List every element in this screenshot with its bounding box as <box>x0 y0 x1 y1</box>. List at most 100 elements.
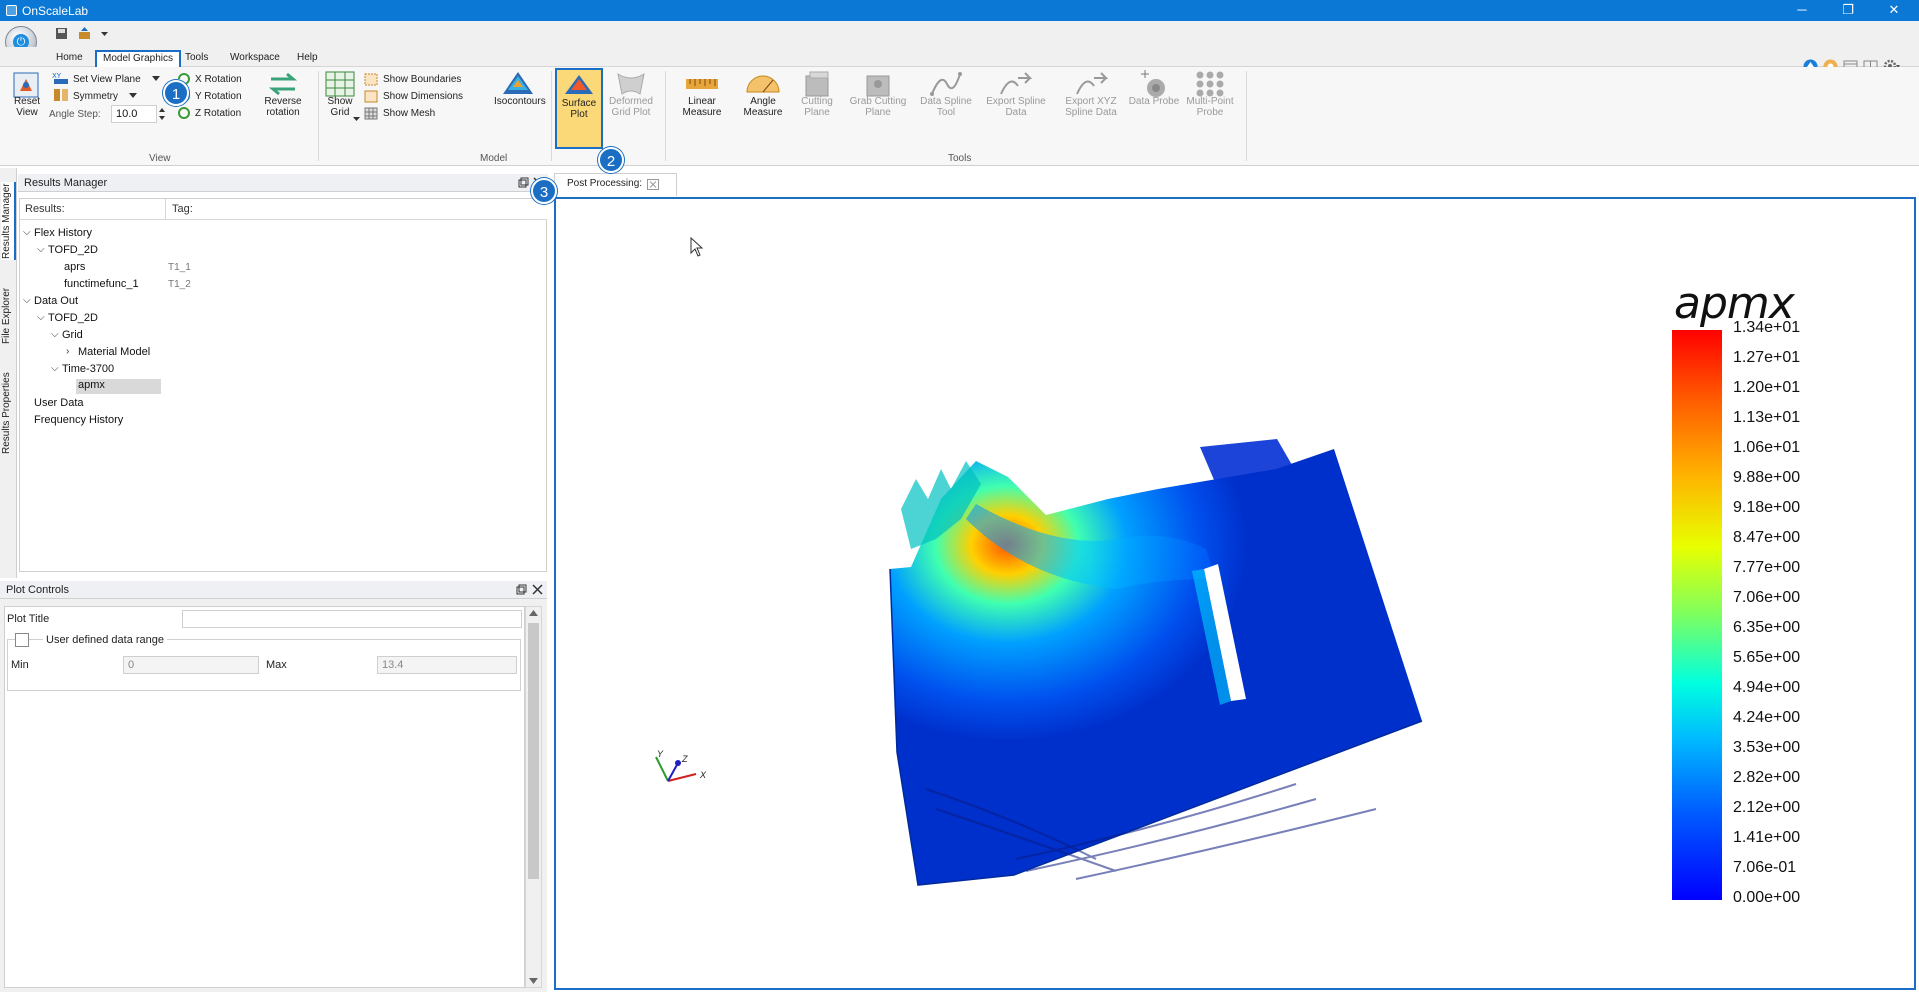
chevron-down-icon[interactable] <box>152 76 160 82</box>
tab-tools[interactable]: Tools <box>179 50 214 67</box>
window-title: OnScaleLab <box>22 4 89 18</box>
close-panel-icon[interactable] <box>532 584 543 595</box>
tree-node[interactable]: TOFD_2D <box>48 244 98 256</box>
restore-button[interactable]: ❐ <box>1825 0 1871 21</box>
side-tab-results-manager[interactable]: Results Manager <box>1 182 16 260</box>
step-badge: 3 <box>531 178 557 204</box>
chevron-down-icon[interactable] <box>353 117 360 122</box>
tree-node[interactable]: Grid <box>62 329 83 341</box>
set-view-plane-button[interactable]: Set View Plane <box>73 74 141 85</box>
y-rotation-button[interactable]: Y Rotation <box>195 91 242 102</box>
user-range-checkbox[interactable] <box>15 633 29 647</box>
angle-step-spinner[interactable] <box>158 105 166 123</box>
show-grid-button[interactable]: Show Grid <box>323 96 357 118</box>
legend-tick: 5.65e+00 <box>1733 649 1801 666</box>
tab-help[interactable]: Help <box>291 50 324 67</box>
legend-tick: 1.06e+01 <box>1733 439 1801 456</box>
max-input[interactable]: 13.4 <box>377 656 517 674</box>
legend-tick: 2.82e+00 <box>1733 769 1801 786</box>
grab-cutting-plane-button[interactable]: Grab Cutting Plane <box>848 96 908 118</box>
min-label: Min <box>11 659 29 671</box>
legend-tick: 1.13e+01 <box>1733 409 1801 426</box>
float-panel-icon[interactable] <box>518 177 529 188</box>
x-rotation-button[interactable]: X Rotation <box>195 74 242 85</box>
expand-chevron-icon[interactable]: › <box>66 346 69 357</box>
scroll-down-icon[interactable] <box>529 978 538 984</box>
side-tab-results-properties[interactable]: Results Properties <box>1 370 16 456</box>
data-spline-tool-button[interactable]: Data Spline Tool <box>918 96 974 118</box>
show-grid-icon <box>325 71 355 97</box>
data-probe-button[interactable]: Data Probe <box>1128 96 1180 107</box>
legend-tick: 9.18e+00 <box>1733 499 1801 516</box>
tab-workspace[interactable]: Workspace <box>224 50 286 67</box>
group-label-tools: Tools <box>948 153 972 164</box>
tree-node[interactable]: Material Model <box>78 346 150 358</box>
cutting-plane-button[interactable]: Cutting Plane <box>796 96 838 118</box>
surface-plot-button[interactable]: Surface Plot <box>556 98 602 120</box>
linear-measure-button[interactable]: Linear Measure <box>679 96 725 118</box>
min-input[interactable]: 0 <box>123 656 259 674</box>
tree-node[interactable]: Time-3700 <box>62 363 114 375</box>
side-tab-file-explorer[interactable]: File Explorer <box>1 284 16 348</box>
legend-tick: 2.12e+00 <box>1733 799 1801 816</box>
view-plane-icon: XY <box>52 72 68 84</box>
plot-controls-body: Plot Title User defined data range Min 0… <box>4 606 525 988</box>
angle-measure-button[interactable]: Angle Measure <box>732 96 794 118</box>
tree-node[interactable]: Data Out <box>34 295 78 307</box>
export-spline-data-button[interactable]: Export Spline Data <box>978 96 1054 118</box>
export-xyz-spline-data-button[interactable]: Export XYZ Spline Data <box>1054 96 1128 118</box>
show-boundaries-button[interactable]: Show Boundaries <box>383 74 461 85</box>
collapse-chevron-icon[interactable]: ⌵ <box>51 363 59 374</box>
tree-node[interactable]: User Data <box>34 397 84 409</box>
close-tab-icon[interactable] <box>647 179 659 190</box>
tree-node-selected[interactable]: apmx <box>76 379 161 394</box>
z-rotation-button[interactable]: Z Rotation <box>195 108 241 119</box>
reset-view-button[interactable]: Reset View <box>8 96 46 118</box>
reverse-rotation-button[interactable]: Reverse rotation <box>260 96 306 118</box>
deformed-grid-plot-icon <box>617 72 645 95</box>
tree-node[interactable]: aprs <box>64 261 85 273</box>
minimize-button[interactable]: ─ <box>1779 0 1825 21</box>
max-label: Max <box>266 659 287 671</box>
scroll-up-icon[interactable] <box>529 610 538 616</box>
show-dimensions-button[interactable]: Show Dimensions <box>383 91 463 102</box>
tree-node[interactable]: Frequency History <box>34 414 123 426</box>
legend-tick: 7.06e-01 <box>1733 859 1797 876</box>
results-manager-header: Results Manager <box>18 174 548 192</box>
tab-model-graphics[interactable]: Model Graphics <box>95 50 182 67</box>
collapse-chevron-icon[interactable]: ⌵ <box>23 295 31 306</box>
legend-tick: 4.94e+00 <box>1733 679 1801 696</box>
tree-node[interactable]: TOFD_2D <box>48 312 98 324</box>
customize-chevron-icon[interactable] <box>98 27 111 40</box>
angle-step-input[interactable]: 10.0 <box>111 105 157 123</box>
chevron-down-icon[interactable] <box>129 93 137 99</box>
axis-label-z: Z <box>682 754 688 764</box>
tree-node[interactable]: Flex History <box>34 227 92 239</box>
collapse-chevron-icon[interactable]: ⌵ <box>37 312 45 323</box>
tab-post-processing[interactable]: Post Processing: <box>554 173 677 196</box>
multi-point-probe-icon <box>1196 71 1224 97</box>
multi-point-probe-button[interactable]: Multi-Point Probe <box>1184 96 1236 118</box>
collapse-chevron-icon[interactable]: ⌵ <box>51 329 59 340</box>
tab-home[interactable]: Home <box>50 50 89 67</box>
app-icon <box>6 5 17 16</box>
show-mesh-button[interactable]: Show Mesh <box>383 108 435 119</box>
collapse-chevron-icon[interactable]: ⌵ <box>37 244 45 255</box>
dimensions-icon <box>364 90 378 103</box>
float-panel-icon[interactable] <box>516 584 527 595</box>
deformed-grid-plot-button[interactable]: Deformed Grid Plot <box>603 96 659 118</box>
plot-controls-scrollbar[interactable] <box>525 606 542 988</box>
collapse-chevron-icon[interactable]: ⌵ <box>23 227 31 238</box>
plot-title-input[interactable] <box>182 610 522 628</box>
tree-node[interactable]: functimefunc_1 <box>64 278 139 290</box>
close-button[interactable]: ✕ <box>1871 0 1917 21</box>
symmetry-button[interactable]: Symmetry <box>73 91 118 102</box>
mesh-icon <box>364 107 378 120</box>
legend-tick: 7.77e+00 <box>1733 559 1801 576</box>
symmetry-icon <box>54 89 68 101</box>
save-icon[interactable] <box>55 27 68 40</box>
isocontours-button[interactable]: Isocontours <box>494 96 546 107</box>
export-icon[interactable] <box>78 27 91 40</box>
ribbon-tab-row <box>0 47 1919 67</box>
scroll-thumb[interactable] <box>528 623 539 879</box>
